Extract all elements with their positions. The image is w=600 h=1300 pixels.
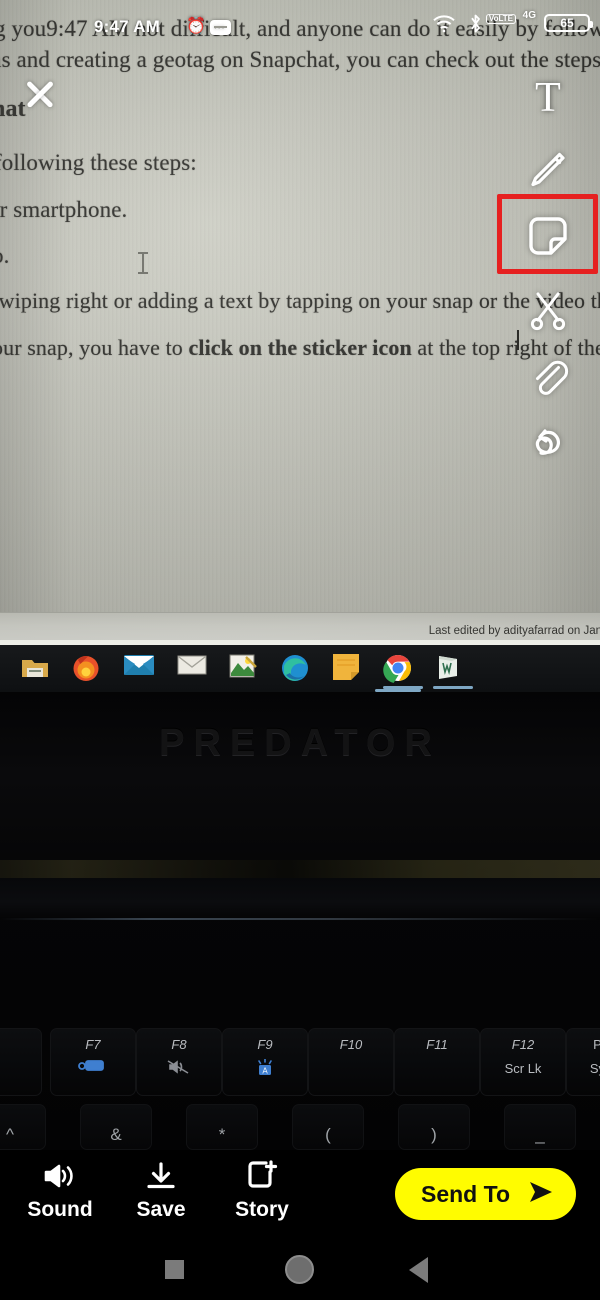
attach-link-button[interactable] [520,348,576,404]
doc-text-line-4: following these steps: [0,150,197,175]
key-prtsc-sublabel: SysRq [589,1061,600,1076]
key-f6[interactable] [0,1028,42,1096]
snapchat-editor-screen: g you9:47 AM not difficult, and anyone c… [0,0,600,1300]
keyboard-backlight-icon: A [223,1058,307,1081]
outlook-icon[interactable] [177,653,207,683]
sound-action-button[interactable]: Sound [5,1158,115,1222]
key-f10[interactable]: F10 [308,1028,394,1096]
doc-line8-prefix: our snap, you have to [0,335,189,360]
laptop-hinge-glint [0,918,600,920]
network-type-label: 4G [522,10,536,21]
doc-text-line-8: our snap, you have to click on the stick… [0,335,600,361]
story-action-label: Story [235,1198,289,1221]
sticker-tool-button[interactable] [520,208,576,264]
battery-level-label: 65 [560,16,574,30]
key-f8[interactable]: F8 [136,1028,222,1096]
key-f9-label: F9 [257,1037,273,1052]
sticker-icon [524,212,572,260]
key-underscore[interactable]: _ [504,1104,576,1150]
key-f12-label: F12 [511,1037,535,1052]
story-action-button[interactable]: Story [207,1158,317,1222]
document-caret-icon [517,330,519,350]
send-to-button[interactable]: Send To [394,1168,576,1220]
sticky-notes-icon[interactable] [332,653,362,683]
doc-text-line-6: o. [0,243,10,268]
sound-action-label: Sound [27,1198,93,1221]
home-circle-icon[interactable] [285,1255,314,1284]
laptop-hinge-strip [0,860,600,878]
doc-text-line-2: ns and creating a geotag on Snapchat, yo… [0,47,600,72]
keyboard-number-row: ^ & * ( ) _ [0,1104,600,1156]
paint-icon[interactable] [228,653,258,683]
key-f9[interactable]: F9 A [222,1028,308,1096]
chrome-active-underline [383,686,423,689]
key-f7-label: F7 [85,1037,101,1052]
laptop-brand-label: PREDATOR [159,722,441,764]
text-tool-button[interactable]: T [520,70,576,126]
volte-label: VoLTE [488,14,513,23]
android-status-bar: 9:47 AM ⏰ ••• VoLTE 4G 65 [0,0,600,44]
firefox-icon[interactable] [71,653,101,683]
laptop-hinge-bar [0,878,600,918]
back-triangle-icon[interactable] [409,1257,428,1283]
close-icon[interactable] [22,76,58,112]
last-edited-label: Last edited by adityafarrad on Jan [428,625,600,637]
key-paren-open[interactable]: ( [292,1104,364,1150]
send-arrow-icon [526,1179,556,1210]
draw-tool-button[interactable] [520,140,576,196]
loop-icon [525,424,571,464]
battery-icon: 65 [544,14,593,32]
paperclip-icon [526,354,570,398]
loop-timer-button[interactable] [520,416,576,472]
status-time: 9:47 AM [94,17,160,36]
key-prtsc[interactable]: PrtSc SysRq [566,1028,600,1096]
key-asterisk[interactable]: * [186,1104,258,1150]
key-f12-sublabel: Scr Lk [504,1061,542,1076]
edge-icon[interactable] [280,653,310,683]
mute-icon [137,1059,221,1079]
captured-photo-document: g you9:47 AM not difficult, and anyone c… [0,0,600,645]
pencil-icon [525,145,571,191]
svg-text:A: A [262,1066,268,1075]
key-f10-label: F10 [339,1037,363,1052]
message-icon: ••• [210,20,231,35]
key-f7[interactable]: F7 [50,1028,136,1096]
save-action-button[interactable]: Save [106,1158,216,1222]
windows-taskbar [0,645,600,692]
speaker-icon [5,1158,115,1194]
key-f8-label: F8 [171,1037,187,1052]
snapchat-action-bar: Sound Save Story Send To [0,1150,600,1238]
scissors-icon [527,289,569,331]
mail-icon[interactable] [124,653,154,683]
wifi-icon [432,14,456,38]
add-story-icon [207,1158,317,1194]
key-f11-label: F11 [426,1037,448,1052]
bluetooth-icon [469,13,482,40]
key-prtsc-label: PrtSc [593,1037,600,1052]
word-icon[interactable] [433,653,463,683]
volte-icon: VoLTE [485,14,516,24]
mouse-toggle-icon [51,1059,135,1077]
key-f12[interactable]: F12 Scr Lk [480,1028,566,1096]
save-action-label: Save [136,1198,186,1221]
android-nav-bar [0,1238,600,1300]
key-ampersand[interactable]: & [80,1104,152,1150]
text-tool-icon: T [535,75,561,121]
download-icon [106,1158,216,1194]
key-paren-close[interactable]: ) [398,1104,470,1150]
doc-text-line-5: ur smartphone. [0,197,128,222]
key-f11[interactable]: F11 [394,1028,480,1096]
scissors-tool-button[interactable] [520,282,576,338]
file-explorer-icon[interactable] [20,653,50,683]
doc-line8-bold: click on the sticker icon [188,335,412,360]
recents-square-icon[interactable] [165,1260,184,1279]
alarm-icon: ⏰ [186,18,206,35]
keyboard-function-row: F7 F8 F9 A F10 F11 F12 Scr Lk P S [0,1028,600,1100]
send-to-label: Send To [420,1180,510,1207]
word-active-underline [433,686,473,689]
text-cursor-ibeam-icon [138,252,148,274]
chrome-icon[interactable] [375,653,421,692]
doc-text-line-7: swiping right or adding a text by tappin… [0,288,600,313]
key-caret[interactable]: ^ [0,1104,46,1150]
